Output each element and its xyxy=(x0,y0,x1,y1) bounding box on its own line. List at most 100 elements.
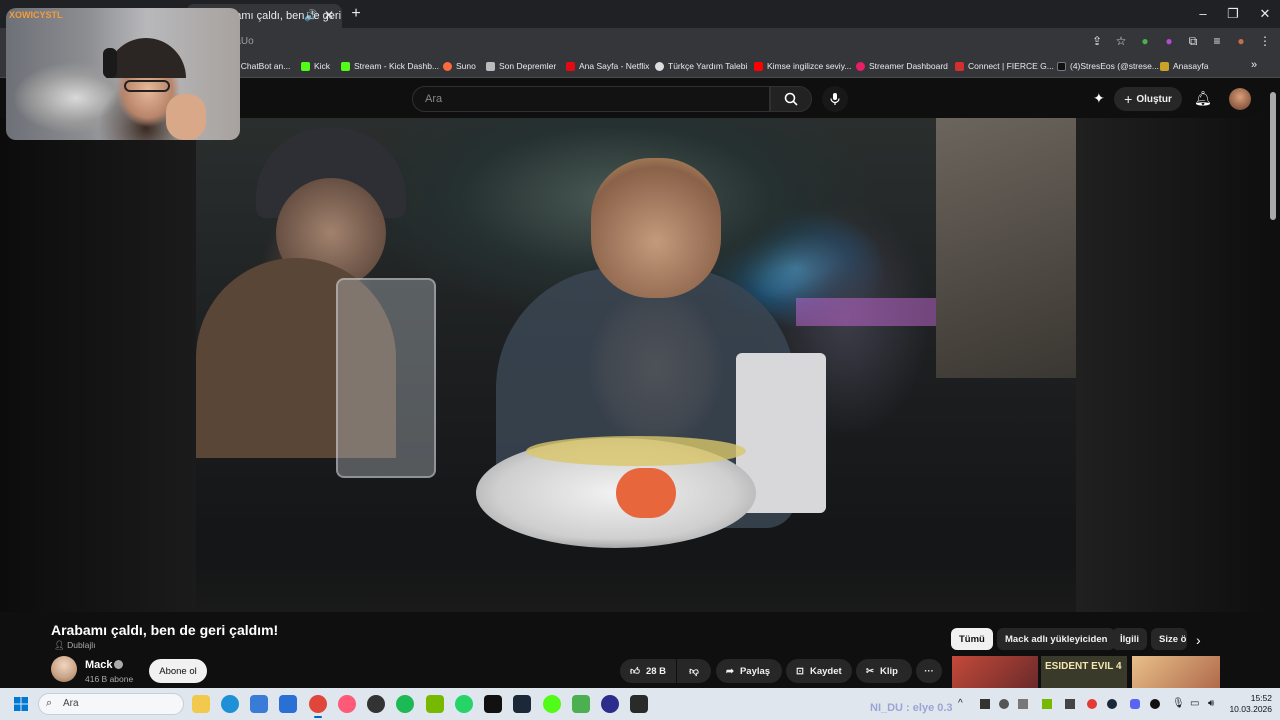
clip-button[interactable]: ✂ Klip xyxy=(856,659,912,683)
share-button[interactable]: ➦ Paylaş xyxy=(716,659,782,683)
whatsapp-icon[interactable] xyxy=(455,695,473,713)
minimize-icon[interactable]: – xyxy=(1188,6,1218,21)
chip-all[interactable]: Tümü xyxy=(951,628,993,650)
subscribe-button[interactable]: Abone ol xyxy=(149,659,207,683)
scissors-icon: ✂ xyxy=(866,665,874,677)
recommended-thumbnail[interactable] xyxy=(1132,656,1220,688)
tray-app-icon[interactable] xyxy=(1150,699,1160,709)
recommended-thumbnail[interactable] xyxy=(952,656,1038,688)
dub-person-icon: 👤︎ xyxy=(54,640,65,650)
epic-games-icon[interactable] xyxy=(630,695,648,713)
video-title: Arabamı çaldı, ben de geri çaldım! xyxy=(51,622,279,638)
new-tab-button[interactable]: + xyxy=(346,4,366,24)
bookmark-item[interactable]: Ana Sayfa - Netflix xyxy=(566,61,649,71)
taskbar-search-input[interactable]: ⌕ Ara xyxy=(38,693,184,715)
channel-name[interactable]: Mack xyxy=(85,659,113,671)
window-close-icon[interactable]: ✕ xyxy=(1250,6,1280,22)
tray-steam-icon[interactable] xyxy=(1107,699,1117,709)
taskbar-clock[interactable]: 15:52 10.03.2026 xyxy=(1228,693,1272,715)
bookmark-star-icon[interactable]: ☆ xyxy=(1114,34,1128,49)
bookmark-item[interactable]: t ChatBot an... xyxy=(236,61,290,71)
bookmark-item[interactable]: Connect | FIERCE G... xyxy=(955,61,1054,71)
profile-icon[interactable]: ● xyxy=(1234,34,1248,49)
tray-app-icon[interactable] xyxy=(1018,699,1028,709)
bookmark-item[interactable]: Son Depremler xyxy=(486,61,556,71)
tray-mic-icon[interactable]: 🎙︎ xyxy=(1172,698,1185,709)
tray-volume-icon[interactable]: 🔊︎ xyxy=(1208,698,1214,709)
bookmark-item[interactable]: (4)StresEos (@strese... xyxy=(1057,61,1159,71)
bookmark-item[interactable]: Kick xyxy=(301,61,330,71)
search-button[interactable] xyxy=(770,86,812,112)
chip-from-uploader[interactable]: Mack adlı yükleyiciden xyxy=(997,628,1116,650)
food xyxy=(616,468,676,518)
glass xyxy=(336,278,436,478)
streamer-hand xyxy=(166,94,206,140)
person-right-face xyxy=(591,158,721,298)
bookmark-item[interactable]: Anasayfa xyxy=(1160,61,1208,71)
install-app-icon[interactable]: ⇪ xyxy=(1090,34,1104,49)
tray-app-icon[interactable] xyxy=(1065,699,1075,709)
extension-icon[interactable]: ● xyxy=(1162,34,1176,49)
bookmarks-overflow-icon[interactable]: » xyxy=(1251,59,1257,71)
create-label: Oluştur xyxy=(1136,93,1172,105)
bookmark-item[interactable]: Stream - Kick Dashb... xyxy=(341,61,439,71)
like-button[interactable]: 👍︎ 28 B xyxy=(620,659,676,683)
search-input[interactable]: Ara xyxy=(412,86,770,112)
steam-icon[interactable] xyxy=(513,695,531,713)
app-green-icon[interactable] xyxy=(543,695,561,713)
opera-icon[interactable] xyxy=(338,695,356,713)
tray-discord-icon[interactable] xyxy=(1130,699,1140,709)
close-icon[interactable]: ✕ xyxy=(324,8,334,22)
menu-kebab-icon[interactable]: ⋮ xyxy=(1258,34,1272,49)
bookmark-item[interactable]: Kimse ingilizce seviy... xyxy=(754,61,851,71)
app-circle-icon[interactable] xyxy=(601,695,619,713)
save-button[interactable]: ⊡ Kaydet xyxy=(786,659,852,683)
windows-start-icon[interactable] xyxy=(14,697,28,711)
mail-icon[interactable] xyxy=(279,695,297,713)
edge-icon[interactable] xyxy=(221,695,239,713)
tray-record-icon[interactable] xyxy=(1087,699,1097,709)
chip-for-you[interactable]: Size ö xyxy=(1151,628,1187,650)
bookmark-item[interactable]: Suno xyxy=(443,61,476,71)
voice-search-button[interactable] xyxy=(822,86,848,112)
speaker-icon[interactable]: 🔊 xyxy=(304,9,318,22)
bookmark-item[interactable]: Streamer Dashboard xyxy=(856,61,948,71)
channel-avatar[interactable] xyxy=(51,656,77,682)
tray-network-icon[interactable]: ▭ xyxy=(1190,698,1199,709)
chip-related[interactable]: İlgili xyxy=(1112,628,1147,650)
tray-chevron-icon[interactable]: ^ xyxy=(958,698,963,709)
recommended-thumbnail[interactable]: ESIDENT EVIL 4 xyxy=(1041,656,1127,688)
tray-nvidia-icon[interactable] xyxy=(1042,699,1052,709)
minecraft-icon[interactable] xyxy=(572,695,590,713)
netflix-icon xyxy=(566,61,575,71)
spotify-icon[interactable] xyxy=(396,695,414,713)
more-actions-button[interactable]: ··· xyxy=(916,659,942,683)
nvidia-icon[interactable] xyxy=(426,695,444,713)
obs-icon[interactable] xyxy=(367,695,385,713)
dislike-button[interactable]: 👎︎ xyxy=(677,659,711,683)
create-button[interactable]: + Oluştur xyxy=(1114,87,1182,111)
chrome-icon[interactable] xyxy=(309,695,327,718)
subscriber-count: 416 B abone xyxy=(85,674,134,684)
chevron-right-icon[interactable]: › xyxy=(1196,632,1201,648)
extensions-puzzle-icon[interactable]: ⧉ xyxy=(1186,34,1200,49)
store-icon[interactable] xyxy=(250,695,268,713)
page-scrollbar[interactable] xyxy=(1270,92,1276,220)
media-control-icon[interactable]: ≡ xyxy=(1210,34,1224,49)
tray-app-icon[interactable] xyxy=(999,699,1009,709)
bookmark-item[interactable]: Türkçe Yardım Talebi xyxy=(655,61,747,71)
restore-icon[interactable]: ❐ xyxy=(1218,6,1248,22)
app-icon[interactable] xyxy=(484,695,502,713)
taskbar-search-placeholder: Ara xyxy=(63,698,79,709)
file-explorer-icon[interactable] xyxy=(192,695,210,713)
tray-app-icon[interactable] xyxy=(980,699,990,709)
suno-icon xyxy=(443,61,452,71)
notifications-bell-icon[interactable]: 🔔︎ xyxy=(1194,90,1212,107)
page-icon xyxy=(486,61,495,71)
account-avatar[interactable] xyxy=(1229,88,1251,110)
bookmark-label: Anasayfa xyxy=(1173,61,1209,71)
ai-sparkle-icon[interactable]: ✦ xyxy=(1093,90,1105,107)
extension-shield-icon[interactable]: ● xyxy=(1138,34,1152,49)
thumbs-up-icon: 👍︎ xyxy=(630,666,640,677)
video-player[interactable] xyxy=(196,118,1076,612)
